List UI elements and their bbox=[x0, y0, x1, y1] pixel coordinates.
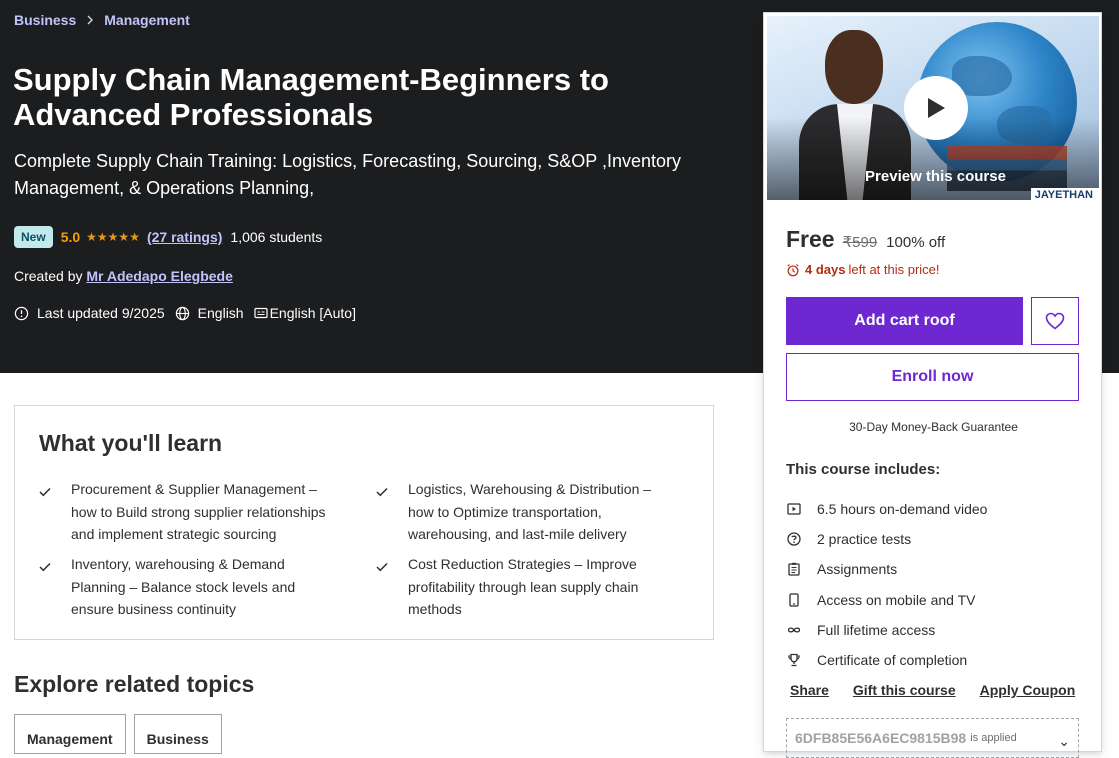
original-price: ₹599 bbox=[842, 234, 878, 251]
breadcrumb-item-business[interactable]: Business bbox=[14, 12, 76, 28]
remove-coupon-icon[interactable]: ⌄ bbox=[1058, 733, 1070, 750]
includes-item-label: Full lifetime access bbox=[817, 621, 936, 638]
gift-course-link[interactable]: Gift this course bbox=[853, 682, 956, 698]
purchase-sidebar: Preview this course JAYETHAN Free ₹599 1… bbox=[763, 12, 1102, 758]
includes-item-label: Assignments bbox=[817, 561, 898, 578]
learn-item-text: Cost Reduction Strategies – Improve prof… bbox=[408, 556, 639, 617]
language: English bbox=[175, 305, 244, 321]
learn-title: What you'll learn bbox=[39, 430, 223, 456]
course-title: Supply Chain Management-Beginners to Adv… bbox=[13, 62, 609, 132]
course-includes-list: 6.5 hours on-demand video 2 practice tes… bbox=[786, 494, 987, 675]
captions: English [Auto] bbox=[253, 305, 356, 321]
mobile-icon bbox=[786, 592, 802, 608]
wishlist-button[interactable] bbox=[1031, 297, 1079, 345]
brand-logo: JAYETHAN bbox=[1030, 188, 1099, 200]
topic-business[interactable]: Business bbox=[133, 714, 222, 754]
ratings-count-link[interactable]: (27 ratings) bbox=[147, 229, 222, 245]
created-by: Created by Mr Adedapo Elegbede bbox=[14, 268, 233, 284]
learn-item: Procurement & Supplier Management – how … bbox=[39, 478, 329, 546]
includes-item: Certificate of completion bbox=[786, 645, 987, 675]
check-icon bbox=[376, 478, 392, 546]
globe-icon bbox=[175, 306, 189, 320]
discount-percent: 100% off bbox=[886, 234, 946, 251]
includes-item-label: 6.5 hours on-demand video bbox=[817, 501, 988, 518]
timer-days: 4 days bbox=[805, 262, 846, 277]
learn-item: Logistics, Warehousing & Distribution – … bbox=[376, 478, 666, 546]
includes-item: 6.5 hours on-demand video bbox=[786, 494, 987, 524]
clipboard-icon bbox=[786, 561, 802, 577]
current-price: Free bbox=[786, 226, 835, 252]
includes-item: Assignments bbox=[786, 554, 987, 584]
preview-label: Preview this course bbox=[865, 168, 1006, 185]
learn-item-text: Logistics, Warehousing & Distribution – … bbox=[408, 481, 652, 542]
instructor-link[interactable]: Mr Adedapo Elegbede bbox=[86, 268, 233, 284]
trophy-icon bbox=[786, 652, 802, 668]
timer-text: left at this price! bbox=[848, 262, 940, 277]
new-badge: New bbox=[14, 226, 53, 248]
breadcrumb: Business Management bbox=[14, 12, 190, 28]
explore-topics-title: Explore related topics bbox=[14, 671, 255, 697]
check-icon bbox=[39, 478, 55, 546]
coupon-status: is applied bbox=[970, 732, 1017, 744]
created-by-label: Created by bbox=[14, 268, 83, 284]
last-updated-text: Last updated 9/2025 bbox=[37, 305, 165, 321]
video-icon bbox=[786, 501, 802, 517]
learn-item: Inventory, warehousing & Demand Planning… bbox=[39, 553, 329, 621]
alert-badge-icon bbox=[14, 306, 29, 320]
money-back-guarantee: 30-Day Money-Back Guarantee bbox=[849, 420, 1018, 434]
alarm-clock-icon bbox=[787, 263, 799, 276]
learn-item-text: Inventory, warehousing & Demand Planning… bbox=[71, 556, 296, 617]
students-count: 1,006 students bbox=[230, 229, 323, 245]
language-text: English bbox=[197, 305, 244, 321]
includes-item: 2 practice tests bbox=[786, 524, 987, 554]
play-icon[interactable] bbox=[904, 76, 968, 140]
check-icon bbox=[39, 553, 55, 621]
star-rating-icon: ★★★★★ bbox=[86, 230, 140, 244]
course-preview[interactable]: Preview this course JAYETHAN bbox=[767, 16, 1099, 200]
add-to-cart-button[interactable]: Add cart roof bbox=[786, 297, 1023, 345]
check-icon bbox=[376, 553, 392, 621]
closed-captions-icon bbox=[253, 307, 268, 319]
includes-item: Full lifetime access bbox=[786, 615, 987, 645]
enroll-now-button[interactable]: Enroll now bbox=[786, 353, 1079, 401]
course-subtitle: Complete Supply Chain Training: Logistic… bbox=[14, 151, 682, 198]
infinity-icon bbox=[786, 622, 802, 638]
topic-management[interactable]: Management bbox=[14, 714, 126, 754]
price-timer: 4 days left at this price! bbox=[786, 262, 940, 277]
related-topics: Management Business bbox=[14, 714, 230, 754]
rating-value: 5.0 bbox=[60, 229, 81, 245]
apply-coupon-link[interactable]: Apply Coupon bbox=[980, 682, 1076, 698]
chevron-right-icon bbox=[86, 12, 94, 28]
last-updated: Last updated 9/2025 bbox=[14, 305, 165, 321]
rating-row: New 5.0 ★★★★★ (27 ratings) 1,006 student… bbox=[14, 226, 322, 248]
includes-item: Access on mobile and TV bbox=[786, 585, 987, 615]
includes-item-label: Access on mobile and TV bbox=[817, 591, 976, 608]
course-meta: Last updated 9/2025 English English [Aut… bbox=[14, 305, 366, 321]
includes-title: This course includes: bbox=[786, 461, 941, 478]
includes-item-label: Certificate of completion bbox=[817, 652, 968, 669]
heart-icon bbox=[1045, 312, 1065, 330]
learn-item: Cost Reduction Strategies – Improve prof… bbox=[376, 553, 666, 621]
includes-item-label: 2 practice tests bbox=[817, 531, 912, 548]
what-you-will-learn: What you'll learn Procurement & Supplier… bbox=[14, 405, 714, 640]
applied-coupon: 6DFB85E56A6EC9815B98 is applied ⌄ bbox=[786, 718, 1079, 758]
share-link[interactable]: Share bbox=[790, 682, 829, 698]
learn-item-text: Procurement & Supplier Management – how … bbox=[71, 481, 326, 542]
course-actions: Share Gift this course Apply Coupon bbox=[790, 682, 1099, 698]
captions-text: English [Auto] bbox=[269, 305, 356, 321]
breadcrumb-item-management[interactable]: Management bbox=[104, 12, 190, 28]
coupon-code: 6DFB85E56A6EC9815B98 bbox=[795, 730, 967, 746]
help-circle-icon bbox=[786, 531, 802, 547]
price-row: Free ₹599 100% off bbox=[786, 226, 945, 253]
